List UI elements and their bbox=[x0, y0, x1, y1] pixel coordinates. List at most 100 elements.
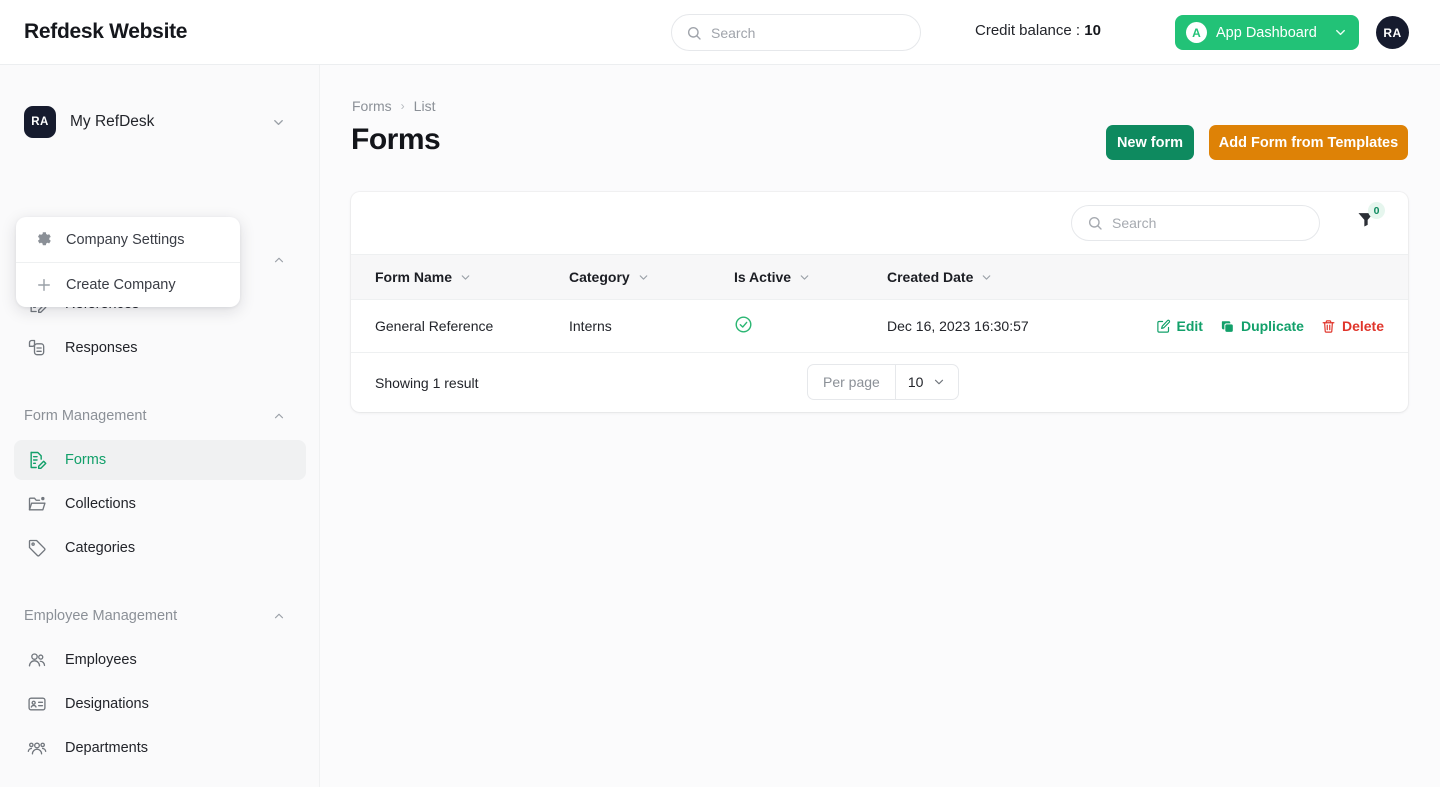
chevron-up-icon bbox=[274, 257, 284, 263]
breadcrumb-item-list[interactable]: List bbox=[414, 98, 436, 114]
delete-action-button[interactable]: Delete bbox=[1321, 318, 1384, 334]
chevron-right-icon: › bbox=[400, 99, 405, 113]
user-avatar[interactable]: RA bbox=[1376, 16, 1409, 49]
sidebar-item-departments[interactable]: Departments bbox=[14, 728, 306, 768]
cell-actions: Edit Duplicate Delete bbox=[1143, 299, 1408, 353]
column-header-created-date[interactable]: Created Date bbox=[887, 254, 1143, 300]
credit-balance-label: Credit balance : bbox=[975, 22, 1085, 39]
sidebar-item-employees[interactable]: Employees bbox=[14, 640, 306, 680]
org-badge: RA bbox=[24, 106, 56, 138]
sidebar-item-label: Employees bbox=[65, 652, 137, 668]
column-header-category[interactable]: Category bbox=[569, 254, 734, 300]
breadcrumb: Forms › List bbox=[352, 98, 435, 114]
dropdown-item-label: Create Company bbox=[66, 277, 176, 293]
forms-table: Form Name Category Is Active Created Dat… bbox=[351, 254, 1408, 353]
page-title: Forms bbox=[351, 123, 441, 156]
top-bar: Refdesk Website Search Credit balance : … bbox=[0, 0, 1440, 65]
table-search-placeholder: Search bbox=[1112, 215, 1157, 231]
cell-form-name: General Reference bbox=[351, 299, 569, 353]
per-page-control: Per page 10 bbox=[807, 364, 960, 400]
sidebar-section-title: Employee Management bbox=[24, 608, 178, 624]
edit-icon bbox=[1156, 319, 1170, 333]
sidebar-item-label: Collections bbox=[65, 496, 136, 512]
search-icon bbox=[687, 26, 701, 40]
org-name: My RefDesk bbox=[70, 113, 155, 130]
credit-balance-value: 10 bbox=[1084, 22, 1101, 39]
chevron-down-icon bbox=[274, 120, 283, 125]
cell-created-date: Dec 16, 2023 16:30:57 bbox=[887, 299, 1143, 353]
tag-icon bbox=[25, 538, 49, 558]
sidebar-item-label: Departments bbox=[65, 740, 149, 756]
table-footer: Showing 1 result Per page 10 bbox=[351, 353, 1408, 412]
gear-icon bbox=[34, 231, 54, 248]
main-content: Forms › List Forms New form Add Form fro… bbox=[320, 65, 1440, 787]
app-dashboard-label: App Dashboard bbox=[1216, 24, 1317, 41]
search-icon bbox=[1088, 216, 1102, 230]
dropdown-item-label: Company Settings bbox=[66, 231, 185, 248]
column-header-actions bbox=[1143, 254, 1408, 300]
delete-action-label: Delete bbox=[1341, 318, 1384, 334]
people-group-icon bbox=[25, 738, 49, 758]
duplicate-action-label: Duplicate bbox=[1240, 318, 1304, 334]
app-brand-title: Refdesk Website bbox=[24, 20, 188, 43]
column-header-label: Form Name bbox=[375, 269, 453, 285]
users-icon bbox=[25, 650, 49, 670]
plus-icon bbox=[34, 276, 54, 294]
duplicate-icon bbox=[1221, 320, 1233, 332]
column-header-label: Category bbox=[569, 269, 630, 285]
cell-category: Interns bbox=[569, 299, 734, 353]
app-dashboard-avatar: A bbox=[1186, 22, 1207, 43]
sidebar-item-label: Categories bbox=[65, 540, 136, 556]
per-page-label: Per page bbox=[823, 374, 880, 390]
check-circle-icon bbox=[735, 316, 752, 333]
table-search-input[interactable]: Search bbox=[1071, 205, 1320, 241]
table-toolbar: Search 0 bbox=[351, 192, 1408, 254]
id-card-icon bbox=[25, 694, 49, 714]
global-search-input[interactable]: Search bbox=[671, 14, 921, 51]
dropdown-item-create-company[interactable]: Create Company bbox=[16, 262, 240, 307]
results-count-text: Showing 1 result bbox=[375, 374, 479, 391]
sidebar-item-designations[interactable]: Designations bbox=[14, 684, 306, 724]
sidebar-item-forms[interactable]: Forms bbox=[14, 440, 306, 480]
column-header-is-active[interactable]: Is Active bbox=[734, 254, 887, 300]
app-dashboard-button[interactable]: A App Dashboard bbox=[1175, 15, 1359, 50]
forms-table-card: Search 0 Form Name Category Is Active Cr… bbox=[351, 192, 1408, 412]
sidebar-item-label: Designations bbox=[65, 696, 149, 712]
chevron-down-icon bbox=[639, 274, 648, 280]
trash-icon bbox=[1322, 319, 1335, 333]
credit-balance: Credit balance : 10 bbox=[975, 22, 1101, 39]
sidebar-section-employee-management[interactable]: Employee Management bbox=[24, 604, 296, 628]
sidebar: RA My RefDesk Company Settings Create Co… bbox=[0, 65, 320, 787]
chevron-up-icon bbox=[274, 613, 284, 619]
edit-action-button[interactable]: Edit bbox=[1156, 318, 1203, 334]
edit-action-label: Edit bbox=[1176, 318, 1203, 334]
cell-is-active bbox=[734, 299, 887, 353]
per-page-select[interactable]: 10 bbox=[894, 365, 959, 399]
chevron-down-icon bbox=[461, 274, 470, 280]
duplicate-action-button[interactable]: Duplicate bbox=[1220, 318, 1304, 334]
sidebar-item-label: Forms bbox=[65, 452, 107, 468]
filter-count-badge: 0 bbox=[1368, 202, 1385, 219]
chevron-down-icon bbox=[935, 379, 944, 385]
table-header-row: Form Name Category Is Active Created Dat… bbox=[351, 254, 1408, 300]
sidebar-section-form-management[interactable]: Form Management bbox=[24, 404, 296, 428]
dropdown-item-company-settings[interactable]: Company Settings bbox=[16, 217, 240, 262]
sidebar-item-responses[interactable]: Responses bbox=[14, 328, 306, 368]
sidebar-section-title: Form Management bbox=[24, 408, 147, 424]
chevron-down-icon bbox=[800, 274, 809, 280]
column-header-label: Created Date bbox=[887, 269, 974, 285]
per-page-value: 10 bbox=[907, 374, 924, 390]
table-row[interactable]: General Reference Interns Dec 16, 2023 1… bbox=[351, 299, 1408, 353]
add-form-from-templates-button[interactable]: Add Form from Templates bbox=[1209, 125, 1408, 160]
sidebar-item-collections[interactable]: Collections bbox=[14, 484, 306, 524]
sidebar-item-categories[interactable]: Categories bbox=[14, 528, 306, 568]
chevron-up-icon bbox=[274, 413, 284, 419]
org-switcher[interactable]: RA My RefDesk bbox=[24, 103, 296, 141]
filter-button[interactable]: 0 bbox=[1356, 202, 1385, 234]
new-form-button[interactable]: New form bbox=[1106, 125, 1194, 160]
column-header-label: Is Active bbox=[734, 269, 792, 285]
breadcrumb-item-forms[interactable]: Forms bbox=[352, 98, 392, 114]
folder-icon bbox=[25, 494, 49, 514]
responses-icon bbox=[25, 338, 49, 358]
column-header-form-name[interactable]: Form Name bbox=[351, 254, 569, 300]
